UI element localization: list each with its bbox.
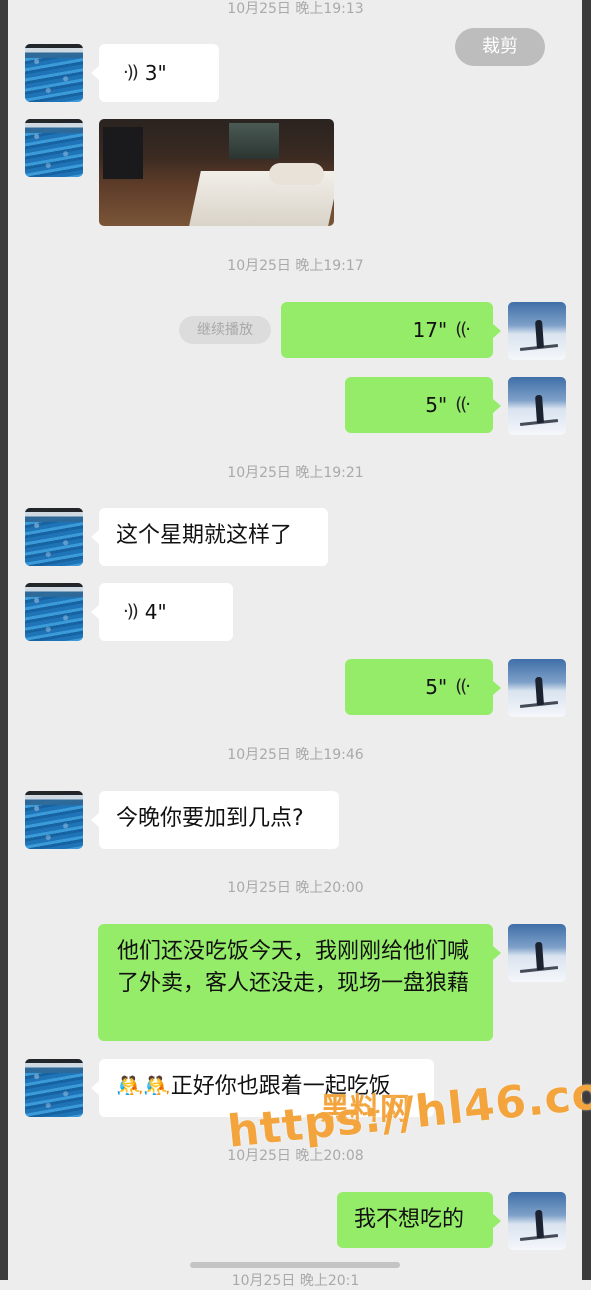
text-message-outgoing[interactable]: 我不想吃的 xyxy=(337,1192,501,1248)
timestamp: 10月25日 晚上19:46 xyxy=(227,747,364,763)
contact-avatar[interactable] xyxy=(25,44,83,102)
text-message-incoming[interactable]: 今晚你要加到几点? xyxy=(91,791,339,849)
my-avatar[interactable] xyxy=(508,659,566,717)
my-avatar[interactable] xyxy=(508,1192,566,1250)
voice-wave-icon: ·)) xyxy=(123,62,139,83)
home-indicator[interactable] xyxy=(190,1262,400,1268)
voice-wave-icon: ((· xyxy=(455,394,471,415)
timestamp: 10月25日 晚上19:17 xyxy=(227,258,364,274)
voice-duration: 5" xyxy=(425,675,448,699)
emoji-icon: 🤼🤼 xyxy=(116,1074,171,1099)
timestamp: 10月25日 晚上20:1 xyxy=(231,1273,360,1289)
voice-wave-icon: ·)) xyxy=(123,601,139,622)
photo-detail xyxy=(269,163,324,185)
voice-message-incoming[interactable]: ·)) 3" xyxy=(91,44,219,102)
contact-avatar[interactable] xyxy=(25,508,83,566)
voice-duration: 17" xyxy=(412,318,448,342)
contact-avatar[interactable] xyxy=(25,1059,83,1117)
image-message-incoming[interactable] xyxy=(99,119,334,226)
text-message-incoming[interactable]: 这个星期就这样了 xyxy=(91,508,328,566)
timestamp: 10月25日 晚上19:21 xyxy=(227,465,364,481)
voice-message-outgoing[interactable]: 17" ((· xyxy=(281,302,501,358)
continue-play-button[interactable]: 继续播放 xyxy=(179,316,271,344)
text-message-outgoing[interactable]: 他们还没吃饭今天，我刚刚给他们喊了外卖，客人还没走，现场一盘狼藉 xyxy=(98,924,501,1041)
voice-duration: 3" xyxy=(144,61,167,85)
photo-detail xyxy=(103,127,143,179)
screen-edge-left xyxy=(0,0,8,1280)
contact-avatar[interactable] xyxy=(25,583,83,641)
voice-message-outgoing[interactable]: 5" ((· xyxy=(345,377,501,433)
voice-duration: 5" xyxy=(425,393,448,417)
voice-wave-icon: ((· xyxy=(455,319,471,340)
voice-wave-icon: ((· xyxy=(455,676,471,697)
crop-button[interactable]: 裁剪 xyxy=(455,28,545,66)
timestamp: 10月25日 晚上19:13 xyxy=(227,1,364,17)
contact-avatar[interactable] xyxy=(25,119,83,177)
timestamp: 10月25日 晚上20:00 xyxy=(227,880,364,896)
my-avatar[interactable] xyxy=(508,302,566,360)
my-avatar[interactable] xyxy=(508,377,566,435)
voice-message-incoming[interactable]: ·)) 4" xyxy=(91,583,233,641)
my-avatar[interactable] xyxy=(508,924,566,982)
voice-message-outgoing[interactable]: 5" ((· xyxy=(345,659,501,715)
photo-detail xyxy=(229,123,279,159)
contact-avatar[interactable] xyxy=(25,791,83,849)
voice-duration: 4" xyxy=(144,600,167,624)
